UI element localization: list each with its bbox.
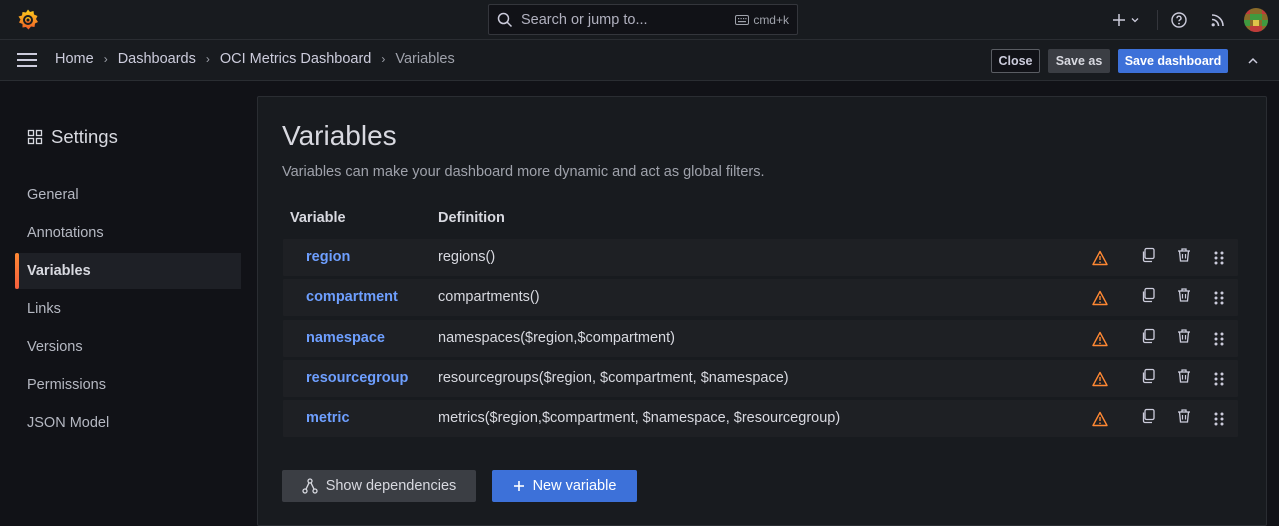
new-menu-button[interactable] <box>1111 10 1141 30</box>
variable-definition: compartments() <box>438 289 540 305</box>
chevron-right-icon: › <box>103 52 108 66</box>
grafana-logo-icon[interactable] <box>16 8 40 32</box>
news-button[interactable] <box>1208 10 1228 30</box>
sidebar-item-links[interactable]: Links <box>15 291 241 327</box>
plus-icon <box>1113 14 1125 26</box>
duplicate-icon[interactable] <box>1140 287 1156 303</box>
variable-name-link[interactable]: metric <box>306 410 350 426</box>
menu-icon[interactable] <box>17 52 37 68</box>
graph-icon <box>302 478 318 494</box>
search-icon <box>497 12 513 27</box>
avatar[interactable] <box>1244 8 1268 32</box>
sidebar-item-general[interactable]: General <box>15 177 241 213</box>
warning-icon[interactable] <box>1092 290 1108 306</box>
warning-icon[interactable] <box>1092 331 1108 347</box>
breadcrumb: Home › Dashboards › OCI Metrics Dashboar… <box>55 51 455 67</box>
variable-name-link[interactable]: namespace <box>306 330 385 346</box>
page-subtitle: Variables can make your dashboard more d… <box>282 164 765 180</box>
sidebar-item-annotations[interactable]: Annotations <box>15 215 241 251</box>
sidebar-item-json-model[interactable]: JSON Model <box>15 405 241 441</box>
keyboard-icon <box>735 14 750 25</box>
drag-handle-icon[interactable] <box>1213 250 1225 266</box>
drag-handle-icon[interactable] <box>1213 331 1225 347</box>
avatar-image <box>1244 8 1268 32</box>
search-shortcut-text: cmd+k <box>753 12 789 27</box>
table-row: metric metrics($region,$compartment, $na… <box>283 400 1238 437</box>
table-row: resourcegroup resourcegroups($region, $c… <box>283 360 1238 397</box>
trash-icon[interactable] <box>1176 247 1192 263</box>
topbar-divider <box>1157 10 1158 30</box>
dashboard-navbar: Home › Dashboards › OCI Metrics Dashboar… <box>0 40 1279 81</box>
new-variable-button[interactable]: New variable <box>492 470 637 502</box>
column-header-definition: Definition <box>438 210 505 226</box>
variable-name-link[interactable]: compartment <box>306 289 398 305</box>
settings-title-text: Settings <box>51 126 118 147</box>
help-button[interactable] <box>1169 10 1189 30</box>
table-row: namespace namespaces($region,$compartmen… <box>283 320 1238 357</box>
apps-icon <box>27 129 43 145</box>
top-bar: Search or jump to... cmd+k <box>0 0 1279 40</box>
duplicate-icon[interactable] <box>1140 328 1156 344</box>
chevron-down-icon <box>1131 18 1139 23</box>
drag-handle-icon[interactable] <box>1213 411 1225 427</box>
variable-definition: metrics($region,$compartment, $namespace… <box>438 410 841 426</box>
drag-handle-icon[interactable] <box>1213 371 1225 387</box>
rss-icon <box>1211 14 1224 27</box>
breadcrumb-home[interactable]: Home <box>55 51 94 67</box>
new-variable-label: New variable <box>532 478 617 494</box>
variable-definition: namespaces($region,$compartment) <box>438 330 675 346</box>
save-as-button[interactable]: Save as <box>1048 49 1110 73</box>
trash-icon[interactable] <box>1176 287 1192 303</box>
show-dependencies-button[interactable]: Show dependencies <box>282 470 476 502</box>
duplicate-icon[interactable] <box>1140 247 1156 263</box>
plus-icon <box>513 481 524 491</box>
trash-icon[interactable] <box>1176 408 1192 424</box>
duplicate-icon[interactable] <box>1140 408 1156 424</box>
trash-icon[interactable] <box>1176 328 1192 344</box>
breadcrumb-dashboard[interactable]: OCI Metrics Dashboard <box>220 51 372 67</box>
chevron-up-icon[interactable] <box>1245 53 1261 69</box>
search-bar[interactable]: Search or jump to... cmd+k <box>488 4 798 35</box>
settings-title: Settings <box>27 126 118 148</box>
search-shortcut: cmd+k <box>735 13 789 27</box>
breadcrumb-dashboards[interactable]: Dashboards <box>118 51 196 67</box>
chevron-right-icon: › <box>205 52 210 66</box>
warning-icon[interactable] <box>1092 250 1108 266</box>
sidebar-item-variables[interactable]: Variables <box>15 253 241 289</box>
trash-icon[interactable] <box>1176 368 1192 384</box>
close-button[interactable]: Close <box>991 49 1040 73</box>
chevron-right-icon: › <box>381 52 386 66</box>
search-placeholder: Search or jump to... <box>521 11 648 28</box>
sidebar-item-versions[interactable]: Versions <box>15 329 241 365</box>
table-row: compartment compartments() <box>283 279 1238 316</box>
table-row: region regions() <box>283 239 1238 276</box>
show-dependencies-label: Show dependencies <box>325 478 457 494</box>
save-dashboard-button[interactable]: Save dashboard <box>1118 49 1228 73</box>
sidebar-item-permissions[interactable]: Permissions <box>15 367 241 403</box>
warning-icon[interactable] <box>1092 411 1108 427</box>
variable-definition: resourcegroups($region, $compartment, $n… <box>438 370 789 386</box>
breadcrumb-current: Variables <box>395 51 455 67</box>
drag-handle-icon[interactable] <box>1213 290 1225 306</box>
variable-definition: regions() <box>438 249 496 265</box>
variable-name-link[interactable]: region <box>306 249 350 265</box>
page-title: Variables <box>282 120 397 151</box>
column-header-variable: Variable <box>290 210 346 226</box>
warning-icon[interactable] <box>1092 371 1108 387</box>
duplicate-icon[interactable] <box>1140 368 1156 384</box>
variable-name-link[interactable]: resourcegroup <box>306 370 408 386</box>
help-icon <box>1171 12 1187 28</box>
